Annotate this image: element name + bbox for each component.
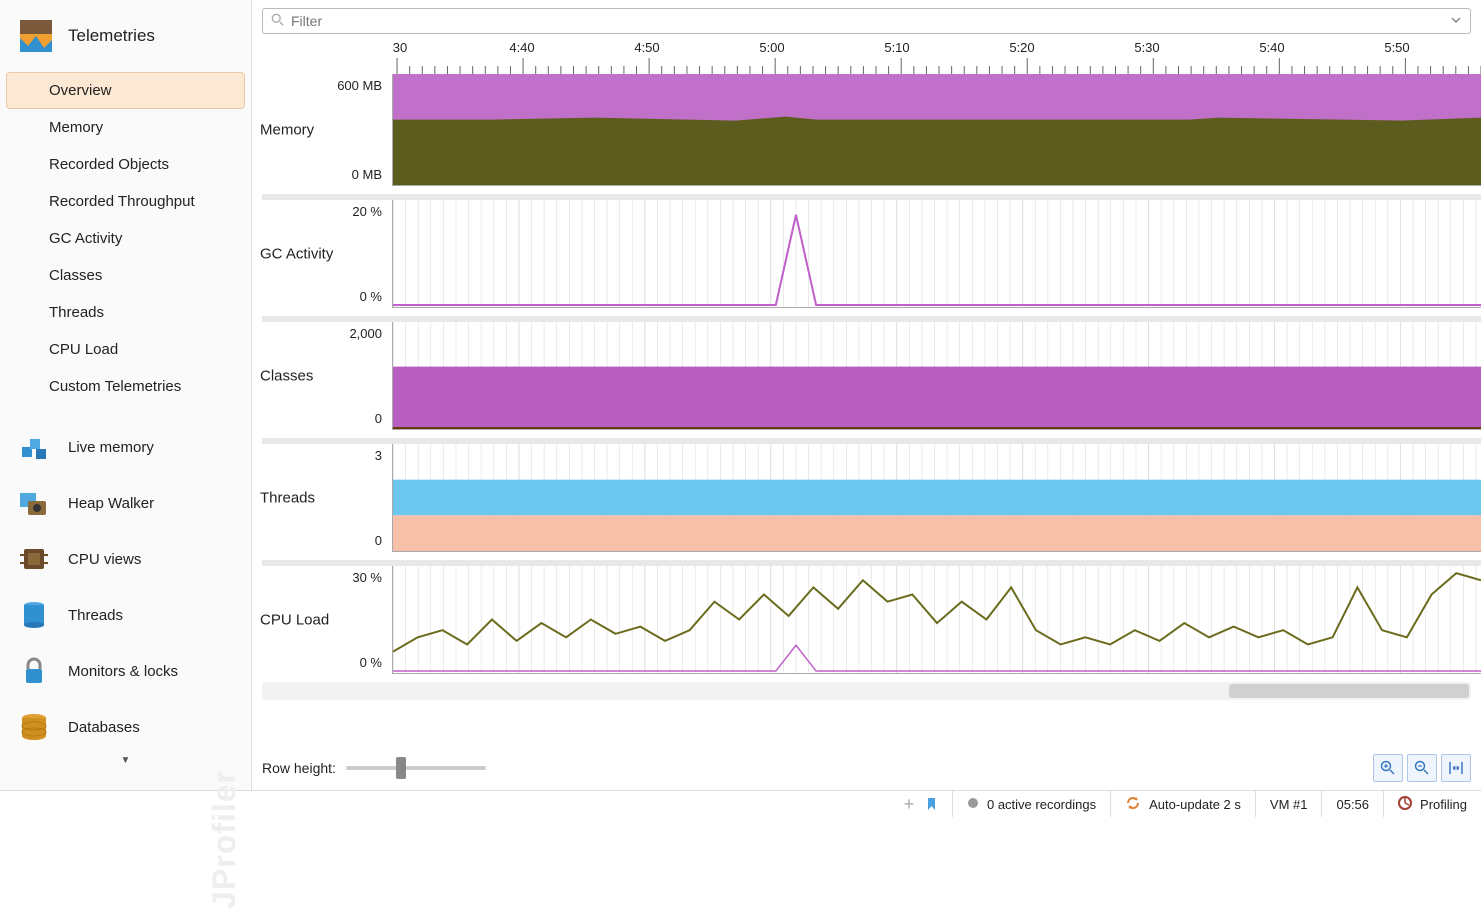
heap-walker-icon [18, 487, 50, 519]
y-axis-top: 2,000 [262, 326, 386, 341]
sidebar-item-cpu-load[interactable]: CPU Load [6, 331, 245, 368]
refresh-icon [1125, 796, 1141, 813]
chart-row-gc[interactable]: 20 % GC Activity 0 % [252, 200, 1481, 308]
chart-row-threads[interactable]: 3 Threads 0 [252, 444, 1481, 552]
scrollbar-thumb[interactable] [1229, 684, 1469, 698]
chart-canvas-threads [392, 444, 1481, 552]
chart-title: CPU Load [260, 612, 329, 629]
chart-row-cpu[interactable]: 30 % CPU Load 0 % [252, 566, 1481, 674]
row-height-slider[interactable] [346, 766, 486, 770]
filter-input[interactable] [291, 13, 1462, 29]
chart-canvas-classes [392, 322, 1481, 430]
status-vm[interactable]: VM #1 [1255, 791, 1322, 817]
chart-row-classes[interactable]: 2,000 Classes 0 [252, 322, 1481, 430]
sidebar-subitems: Overview Memory Recorded Objects Recorde… [0, 72, 251, 405]
chart-title: Threads [260, 490, 315, 507]
sidebar-section-title: Telemetries [68, 26, 155, 46]
chart-row-memory[interactable]: 600 MB Memory 0 MB [252, 74, 1481, 186]
chart-title: Memory [260, 122, 314, 139]
y-axis-bottom: 0 % [262, 655, 386, 670]
sidebar-item-databases[interactable]: Databases [0, 699, 251, 755]
chart-canvas-cpu [392, 566, 1481, 674]
filter-dropdown-icon[interactable] [1450, 13, 1462, 29]
databases-icon [18, 711, 50, 743]
watermark: JProfiler [206, 770, 243, 909]
y-axis-bottom: 0 [262, 411, 386, 426]
time-axis: 30 4:40 4:50 5:00 5:10 5:20 5:30 5:40 5:… [392, 40, 1481, 74]
time-tick: 5:40 [1259, 40, 1284, 55]
sidebar-item-recorded-objects[interactable]: Recorded Objects [6, 146, 245, 183]
time-tick: 5:10 [884, 40, 909, 55]
horizontal-scrollbar[interactable] [262, 682, 1471, 700]
slider-handle[interactable] [396, 757, 406, 779]
sidebar-main-nav: Live memory Heap Walker CPU views Thread… [0, 419, 251, 768]
sidebar-item-gc-activity[interactable]: GC Activity [6, 220, 245, 257]
sidebar-item-heap-walker[interactable]: Heap Walker [0, 475, 251, 531]
threads-icon [18, 599, 50, 631]
chart-title: Classes [260, 368, 313, 385]
zoom-in-button[interactable] [1373, 754, 1403, 782]
sidebar-more-arrow[interactable]: ▼ [0, 755, 251, 768]
sidebar-item-cpu-views[interactable]: CPU views [0, 531, 251, 587]
bookmark-icon[interactable] [924, 795, 942, 813]
row-height-label: Row height: [262, 760, 336, 776]
profiling-icon [1398, 796, 1412, 813]
y-axis-top: 20 % [262, 204, 386, 219]
y-axis-bottom: 0 % [262, 289, 386, 304]
zoom-out-button[interactable] [1407, 754, 1437, 782]
sidebar-item-custom-telemetries[interactable]: Custom Telemetries [6, 368, 245, 405]
record-icon [967, 797, 979, 812]
filter-box[interactable] [262, 8, 1471, 34]
y-axis-top: 3 [262, 448, 386, 463]
sidebar-item-recorded-throughput[interactable]: Recorded Throughput [6, 183, 245, 220]
time-tick: 4:40 [509, 40, 534, 55]
sidebar-item-threads[interactable]: Threads [6, 294, 245, 331]
telemetries-icon [18, 18, 54, 54]
sidebar-item-classes[interactable]: Classes [6, 257, 245, 294]
time-tick: 5:00 [759, 40, 784, 55]
sidebar-item-memory[interactable]: Memory [6, 109, 245, 146]
time-tick: 5:50 [1384, 40, 1409, 55]
status-auto-update[interactable]: Auto-update 2 s [1110, 791, 1255, 817]
time-tick: 30 [393, 40, 407, 55]
y-axis-top: 30 % [262, 570, 386, 585]
sidebar-item-monitors-locks[interactable]: Monitors & locks [0, 643, 251, 699]
timeline-area: 30 4:40 4:50 5:00 5:10 5:20 5:30 5:40 5:… [252, 40, 1481, 746]
search-icon [271, 13, 285, 30]
add-button[interactable]: + [900, 795, 918, 813]
status-profiling[interactable]: Profiling [1383, 791, 1481, 817]
zoom-fit-button[interactable] [1441, 754, 1471, 782]
chart-canvas-memory [392, 74, 1481, 186]
monitors-locks-icon [18, 655, 50, 687]
chart-title: GC Activity [260, 246, 333, 263]
sidebar-item-live-memory[interactable]: Live memory [0, 419, 251, 475]
sidebar: Telemetries Overview Memory Recorded Obj… [0, 0, 252, 790]
y-axis-top: 600 MB [262, 78, 386, 93]
sidebar-item-threads-main[interactable]: Threads [0, 587, 251, 643]
sidebar-section-telemetries[interactable]: Telemetries [0, 8, 251, 72]
time-tick: 5:30 [1134, 40, 1159, 55]
time-tick: 5:20 [1009, 40, 1034, 55]
main-panel: 30 4:40 4:50 5:00 5:10 5:20 5:30 5:40 5:… [252, 0, 1481, 790]
bottom-controls: Row height: [252, 746, 1481, 790]
status-time: 05:56 [1321, 791, 1383, 817]
live-memory-icon [18, 431, 50, 463]
time-tick: 4:50 [634, 40, 659, 55]
y-axis-bottom: 0 MB [262, 167, 386, 182]
cpu-views-icon [18, 543, 50, 575]
sidebar-item-overview[interactable]: Overview [6, 72, 245, 109]
status-recordings[interactable]: 0 active recordings [952, 791, 1110, 817]
y-axis-bottom: 0 [262, 533, 386, 548]
chart-canvas-gc [392, 200, 1481, 308]
